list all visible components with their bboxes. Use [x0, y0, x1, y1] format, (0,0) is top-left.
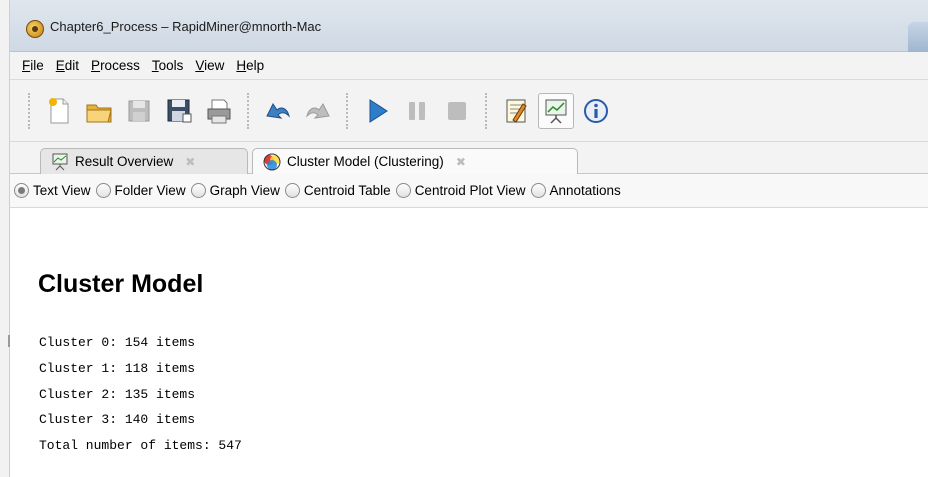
rapidminer-logo-icon	[26, 20, 44, 38]
new-process-icon	[49, 97, 69, 123]
toolbar-grip	[28, 92, 31, 129]
menu-bar: File Edit Process Tools View Help	[10, 52, 928, 80]
save-icon	[128, 100, 150, 121]
radio-folder-view[interactable]: Folder View	[95, 183, 186, 198]
menu-tools[interactable]: Tools	[146, 58, 190, 73]
result-perspective-icon	[545, 99, 567, 124]
save-as-button[interactable]	[161, 93, 197, 129]
run-icon	[369, 98, 388, 123]
toolbar-separator	[247, 92, 250, 129]
view-selector: Text View Folder View Graph View Centroi…	[10, 174, 928, 208]
radio-text-view[interactable]: Text View	[14, 183, 91, 198]
result-heading: Cluster Model	[38, 270, 204, 298]
title-bar: Chapter6_Process – RapidMiner@mnorth-Mac	[10, 0, 928, 52]
radio-button[interactable]	[190, 183, 206, 198]
tab-result-overview[interactable]: Result Overview ✖	[40, 148, 248, 174]
left-panel-edge	[0, 0, 11, 477]
run-button[interactable]	[359, 93, 395, 129]
open-folder-icon	[86, 104, 112, 122]
tab-bar: Result Overview ✖ Cluster Model (Cluster…	[10, 142, 928, 174]
radio-button[interactable]	[14, 183, 29, 198]
info-icon	[584, 98, 608, 123]
menu-help[interactable]: Help	[230, 58, 270, 73]
new-process-button[interactable]	[41, 93, 77, 129]
window-title: Chapter6_Process – RapidMiner@mnorth-Mac	[50, 19, 322, 34]
menu-edit[interactable]: Edit	[50, 58, 85, 73]
tab-cluster-model[interactable]: Cluster Model (Clustering) ✖	[252, 148, 578, 174]
cluster-line: Cluster 1: 118 items	[39, 360, 196, 376]
toolbar	[10, 80, 928, 142]
open-process-button[interactable]	[81, 93, 117, 129]
redo-button[interactable]	[300, 93, 336, 129]
print-button[interactable]	[201, 93, 237, 129]
undo-button[interactable]	[260, 93, 296, 129]
save-as-icon	[167, 99, 192, 122]
window-controls[interactable]	[908, 22, 928, 52]
menu-file[interactable]: File	[16, 58, 50, 73]
radio-button[interactable]	[530, 183, 546, 198]
result-overview-icon	[52, 153, 68, 170]
cluster-line: Cluster 3: 140 items	[39, 412, 196, 428]
pause-button[interactable]	[399, 93, 435, 129]
info-button[interactable]	[578, 93, 614, 129]
stop-icon	[448, 101, 466, 120]
total-line: Total number of items: 547	[39, 438, 242, 454]
radio-annotations[interactable]: Annotations	[530, 183, 621, 198]
radio-button[interactable]	[284, 183, 300, 198]
cluster-model-icon	[263, 153, 281, 170]
app-window: Chapter6_Process – RapidMiner@mnorth-Mac…	[10, 0, 928, 477]
tab-label: Cluster Model (Clustering)	[287, 154, 444, 169]
menu-process[interactable]: Process	[85, 58, 146, 73]
design-perspective-button[interactable]	[498, 93, 534, 129]
radio-button[interactable]	[395, 183, 411, 198]
undo-icon	[266, 102, 290, 119]
result-perspective-button[interactable]	[538, 92, 574, 129]
save-button[interactable]	[121, 93, 157, 129]
print-icon	[207, 99, 231, 123]
cluster-line: Cluster 0: 154 items	[39, 335, 196, 350]
stop-button[interactable]	[439, 93, 475, 129]
menu-view[interactable]: View	[189, 58, 230, 73]
toolbar-separator	[346, 92, 349, 129]
tab-label: Result Overview	[75, 154, 174, 169]
cluster-summary: Cluster 0: 154 items Cluster 1: 118 items…	[39, 330, 242, 459]
redo-icon	[306, 102, 330, 119]
result-content: Cluster Model Cluster 0: 154 items Cluste…	[10, 242, 928, 477]
toolbar-separator	[485, 92, 488, 129]
close-icon[interactable]: ✖	[456, 155, 466, 169]
design-perspective-icon	[506, 99, 527, 123]
cluster-line: Cluster 2: 135 items	[39, 386, 196, 402]
radio-graph-view[interactable]: Graph View	[190, 183, 280, 198]
radio-button[interactable]	[95, 183, 111, 198]
close-icon[interactable]: ✖	[185, 155, 195, 169]
radio-centroid-table[interactable]: Centroid Table	[284, 183, 391, 198]
radio-centroid-plot-view[interactable]: Centroid Plot View	[395, 183, 526, 198]
pause-icon	[409, 101, 425, 120]
